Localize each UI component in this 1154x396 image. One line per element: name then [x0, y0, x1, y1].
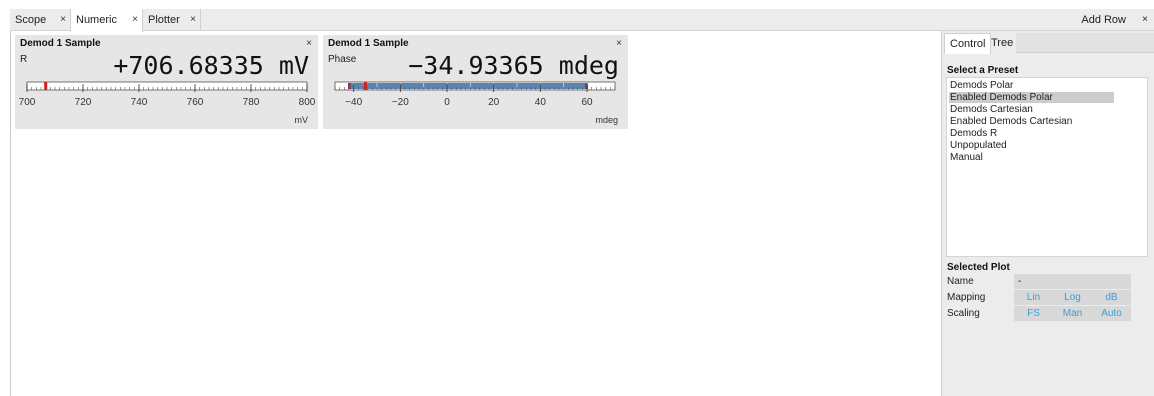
divider: [10, 31, 11, 396]
mapping-selector: Lin Log dB: [1014, 290, 1131, 305]
value-marker: [363, 82, 367, 90]
tick-label: 780: [243, 97, 260, 108]
tab-plotter[interactable]: Plotter ×: [143, 9, 201, 31]
value-marker: [44, 82, 48, 90]
tab-scope[interactable]: Scope ×: [10, 9, 70, 31]
control-sidebar: Control Tree Select a Preset Demods Pola…: [941, 31, 1154, 396]
tab-label: Numeric: [76, 14, 117, 26]
scale-gauge: 700 720 740 760 780 800: [19, 81, 316, 108]
name-field[interactable]: -: [1014, 274, 1131, 289]
tab-label: Scope: [15, 14, 47, 26]
sidebar-tabbar: [1016, 33, 1154, 53]
preset-list[interactable]: Demods Polar Enabled Demods Polar Demods C…: [946, 77, 1148, 257]
scaling-man-button[interactable]: Man: [1053, 306, 1092, 321]
tick-label: 800: [299, 97, 316, 108]
selected-plot-title: Selected Plot: [947, 262, 1010, 273]
tick-label: 40: [535, 97, 547, 108]
preset-item[interactable]: Enabled Demods Polar: [949, 92, 1114, 103]
tab-numeric[interactable]: Numeric ×: [70, 9, 143, 32]
scaling-label: Scaling: [947, 308, 980, 319]
add-row-button[interactable]: Add Row: [1081, 9, 1126, 31]
tick-label: 720: [75, 97, 92, 108]
numeric-panel-phase[interactable]: Demod 1 Sample × Phase −34.93365 mdeg −4…: [323, 35, 628, 129]
scale-unit-label: mV: [294, 115, 309, 125]
preset-item[interactable]: Demods Cartesian: [949, 104, 1114, 115]
preset-section-title: Select a Preset: [947, 65, 1019, 76]
close-icon[interactable]: ×: [190, 9, 196, 31]
tick-label: −40: [345, 97, 362, 108]
tab-bar: Scope × Numeric × Plotter × Add Row ×: [10, 9, 1154, 32]
preset-item[interactable]: Demods Polar: [949, 80, 1114, 91]
tab-control[interactable]: Control: [944, 33, 992, 54]
mapping-label: Mapping: [947, 292, 986, 303]
tick-label: 20: [488, 97, 500, 108]
tick-label: 0: [444, 97, 450, 108]
preset-item[interactable]: Unpopulated: [949, 140, 1114, 151]
tick-label: 760: [187, 97, 204, 108]
tick-label: −20: [392, 97, 409, 108]
mapping-db-button[interactable]: dB: [1092, 290, 1131, 305]
mapping-log-button[interactable]: Log: [1053, 290, 1092, 305]
preset-item[interactable]: Demods R: [949, 128, 1114, 139]
close-icon[interactable]: ×: [60, 9, 66, 31]
name-value: -: [1018, 276, 1022, 287]
tick-label: 740: [131, 97, 148, 108]
tab-tree[interactable]: Tree: [986, 33, 1018, 54]
preset-item[interactable]: Manual: [949, 152, 1114, 163]
scaling-fs-button[interactable]: FS: [1014, 306, 1053, 321]
gauge-fill-bar: [349, 83, 587, 89]
preset-item[interactable]: Enabled Demods Cartesian: [949, 116, 1114, 127]
close-icon[interactable]: ×: [132, 9, 138, 31]
scale-gauge: −40 −20 0 20 40 60: [334, 81, 616, 108]
tick-label: 60: [581, 97, 593, 108]
scaling-auto-button[interactable]: Auto: [1092, 306, 1131, 321]
close-icon[interactable]: ×: [1142, 9, 1148, 31]
scaling-selector: FS Man Auto: [1014, 306, 1131, 321]
gauge-fill-edge: [348, 83, 351, 89]
scale-unit-label: mdeg: [595, 115, 618, 125]
gauge-fill-edge: [585, 83, 588, 89]
tab-label: Plotter: [148, 14, 180, 26]
name-label: Name: [947, 276, 974, 287]
mapping-lin-button[interactable]: Lin: [1014, 290, 1053, 305]
tick-label: 700: [19, 97, 36, 108]
numeric-panel-r[interactable]: Demod 1 Sample × R +706.68335 mV 700 720 7…: [15, 35, 318, 129]
